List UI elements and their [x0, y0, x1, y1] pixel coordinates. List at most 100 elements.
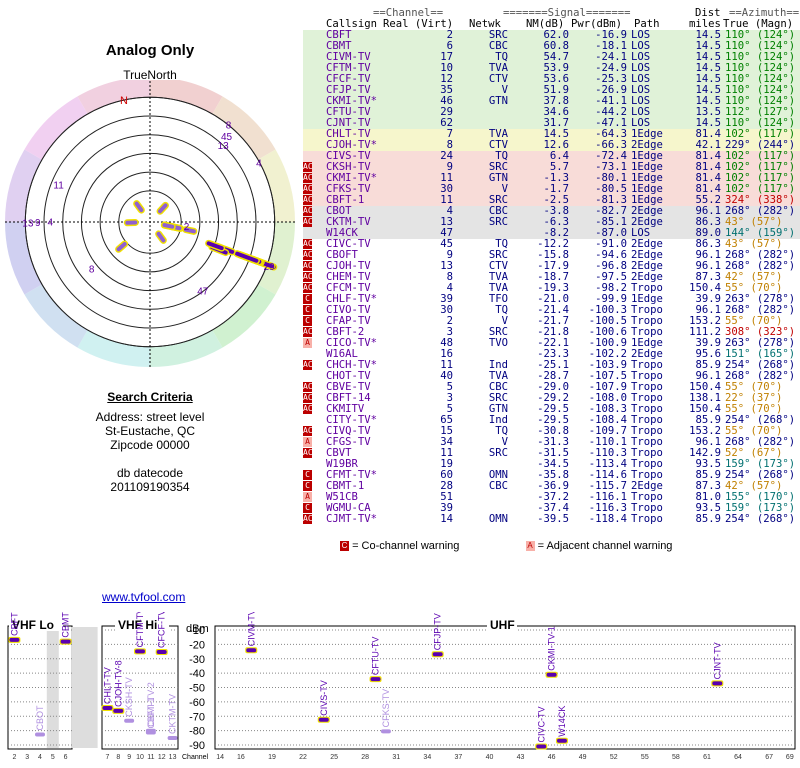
- x-tick-label: 64: [734, 754, 742, 761]
- spectrum-point-label: CIVS-TV: [319, 680, 329, 716]
- spectrum-point-label: CBFT: [9, 612, 19, 636]
- warning-badge: A: [303, 437, 312, 447]
- unused-channel-band: [71, 627, 98, 748]
- warning-badge: AC: [303, 327, 313, 337]
- y-tick-label: -60: [189, 697, 205, 709]
- spectrum-point-label: CFTM-TV: [135, 612, 145, 647]
- warning-badge: C: [303, 503, 312, 513]
- x-tick-label: 67: [765, 754, 773, 761]
- warning-badge: AC: [303, 514, 313, 524]
- cell-net: SRC: [488, 447, 508, 459]
- cell-az: 254° (268°): [725, 513, 796, 525]
- x-tick-label: 10: [136, 754, 144, 761]
- warning-badge: AC: [303, 283, 313, 293]
- y-tick-label: -20: [189, 639, 205, 651]
- spectrum-point-label: W14CK: [557, 706, 567, 737]
- warning-badge: AC: [303, 239, 313, 249]
- co-channel-text: = Co-channel warning: [352, 540, 460, 552]
- spectrum-point: [113, 708, 124, 713]
- x-tick-label: 37: [454, 754, 462, 761]
- x-tick-label: 3: [25, 754, 29, 761]
- polar-channel-label: 2: [184, 222, 190, 233]
- polar-channel-label: 4: [256, 159, 262, 170]
- spectrum-point: [370, 677, 381, 682]
- x-tick-label: 69: [786, 754, 794, 761]
- spectrum-point-label: CKTM-TV: [168, 694, 178, 734]
- polar-channel-label: 47: [197, 287, 209, 298]
- spectrum-point: [167, 735, 178, 740]
- warning-badge: AC: [303, 250, 313, 260]
- warning-badge: AC: [303, 184, 313, 194]
- spectrum-point: [124, 718, 135, 723]
- x-tick-label: 8: [116, 754, 120, 761]
- cell-path: Tropo: [631, 513, 663, 525]
- x-tick-label: 22: [299, 754, 307, 761]
- spectrum-chart: -10-20-30-40-50-60-70-80-90dBmVHF Lo VHF …: [7, 612, 796, 761]
- spectrum-point-label: CFJP-TV: [433, 613, 443, 650]
- x-tick-label: 61: [703, 754, 711, 761]
- spectrum-point-label: CJOH-TV-8: [113, 660, 123, 707]
- polar-channel-label: 13: [22, 218, 34, 229]
- adjacent-channel-text: = Adjacent channel warning: [537, 540, 673, 552]
- x-tick-label: 4: [38, 754, 42, 761]
- spectrum-point: [318, 717, 329, 722]
- spectrum-point-label: CHLT-TV: [102, 667, 112, 704]
- header-real-virt: Real (Virt): [383, 18, 454, 30]
- spectrum-point: [246, 648, 257, 653]
- x-tick-label: 13: [169, 754, 177, 761]
- x-tick-label: 9: [127, 754, 131, 761]
- polar-channel-label: 11: [53, 181, 64, 192]
- co-channel-icon: C: [340, 541, 349, 552]
- warning-badge: AC: [303, 206, 313, 216]
- y-tick-label: -90: [189, 740, 205, 752]
- warning-badge: C: [303, 305, 312, 315]
- search-address: Address: street level: [95, 410, 205, 424]
- x-tick-label: 49: [579, 754, 587, 761]
- tvfool-link[interactable]: www.tvfool.com: [102, 590, 185, 604]
- search-zip: Zipcode 00000: [110, 438, 190, 452]
- y-tick-label: -50: [189, 683, 205, 695]
- spectrum-point-label: CBOT: [35, 705, 45, 731]
- y-tick-label: -70: [189, 711, 205, 723]
- spectrum-point: [9, 637, 20, 642]
- search-city: St-Eustache, QC: [104, 424, 196, 438]
- x-tick-label: 46: [548, 754, 556, 761]
- warning-badge: C: [303, 481, 312, 491]
- x-tick-label: 43: [517, 754, 525, 761]
- warning-badge: AC: [303, 404, 313, 414]
- spectrum-point: [35, 732, 45, 737]
- spectrum-point-label: CFKS-TV: [381, 689, 391, 728]
- spectrum-point-label: CIVC-TV: [536, 706, 546, 742]
- spectrum-point: [546, 672, 557, 677]
- cell-net: SRC: [488, 216, 508, 228]
- page-title: Analog Only: [105, 42, 195, 59]
- spectrum-point-label: CJNT-TV: [712, 642, 722, 679]
- search-criteria: Search Criteria Address: street level St…: [0, 390, 300, 494]
- x-tick-label: 7: [105, 754, 109, 761]
- x-tick-label: 12: [158, 754, 166, 761]
- x-tick-label: 5: [51, 754, 55, 761]
- polar-plot: N1184513413 9 4847229: [5, 80, 295, 367]
- table-row[interactable]: AC CJMT-TV* 14 OMN -39.5 -118.4 Tropo 85.9 254° …: [303, 514, 800, 525]
- warning-badge: C: [303, 316, 312, 326]
- x-tick-label: 55: [641, 754, 649, 761]
- x-tick-label: 19: [268, 754, 276, 761]
- cell-net: GTN: [488, 95, 508, 107]
- warning-badge: AC: [303, 162, 313, 172]
- spectrum-point-label: CFCF-TV: [157, 612, 167, 648]
- x-tick-label: 40: [486, 754, 494, 761]
- y-axis-label: dBm: [186, 623, 209, 635]
- cell-pwr: -118.4: [588, 513, 627, 525]
- warning-badge: AC: [303, 426, 313, 436]
- warning-badge: AC: [303, 217, 313, 227]
- warning-badge: AC: [303, 393, 313, 403]
- warning-badge: AC: [303, 173, 313, 183]
- db-label: db datecode: [116, 466, 184, 480]
- spectrum-point: [135, 649, 145, 654]
- warning-badge: C: [303, 470, 312, 480]
- warning-badge: AC: [303, 261, 313, 271]
- x-tick-label: 28: [361, 754, 369, 761]
- polar-channel-label: 29: [264, 262, 276, 273]
- x-tick-label: 11: [147, 754, 154, 761]
- cell-call: CJMT-TV*: [326, 513, 378, 525]
